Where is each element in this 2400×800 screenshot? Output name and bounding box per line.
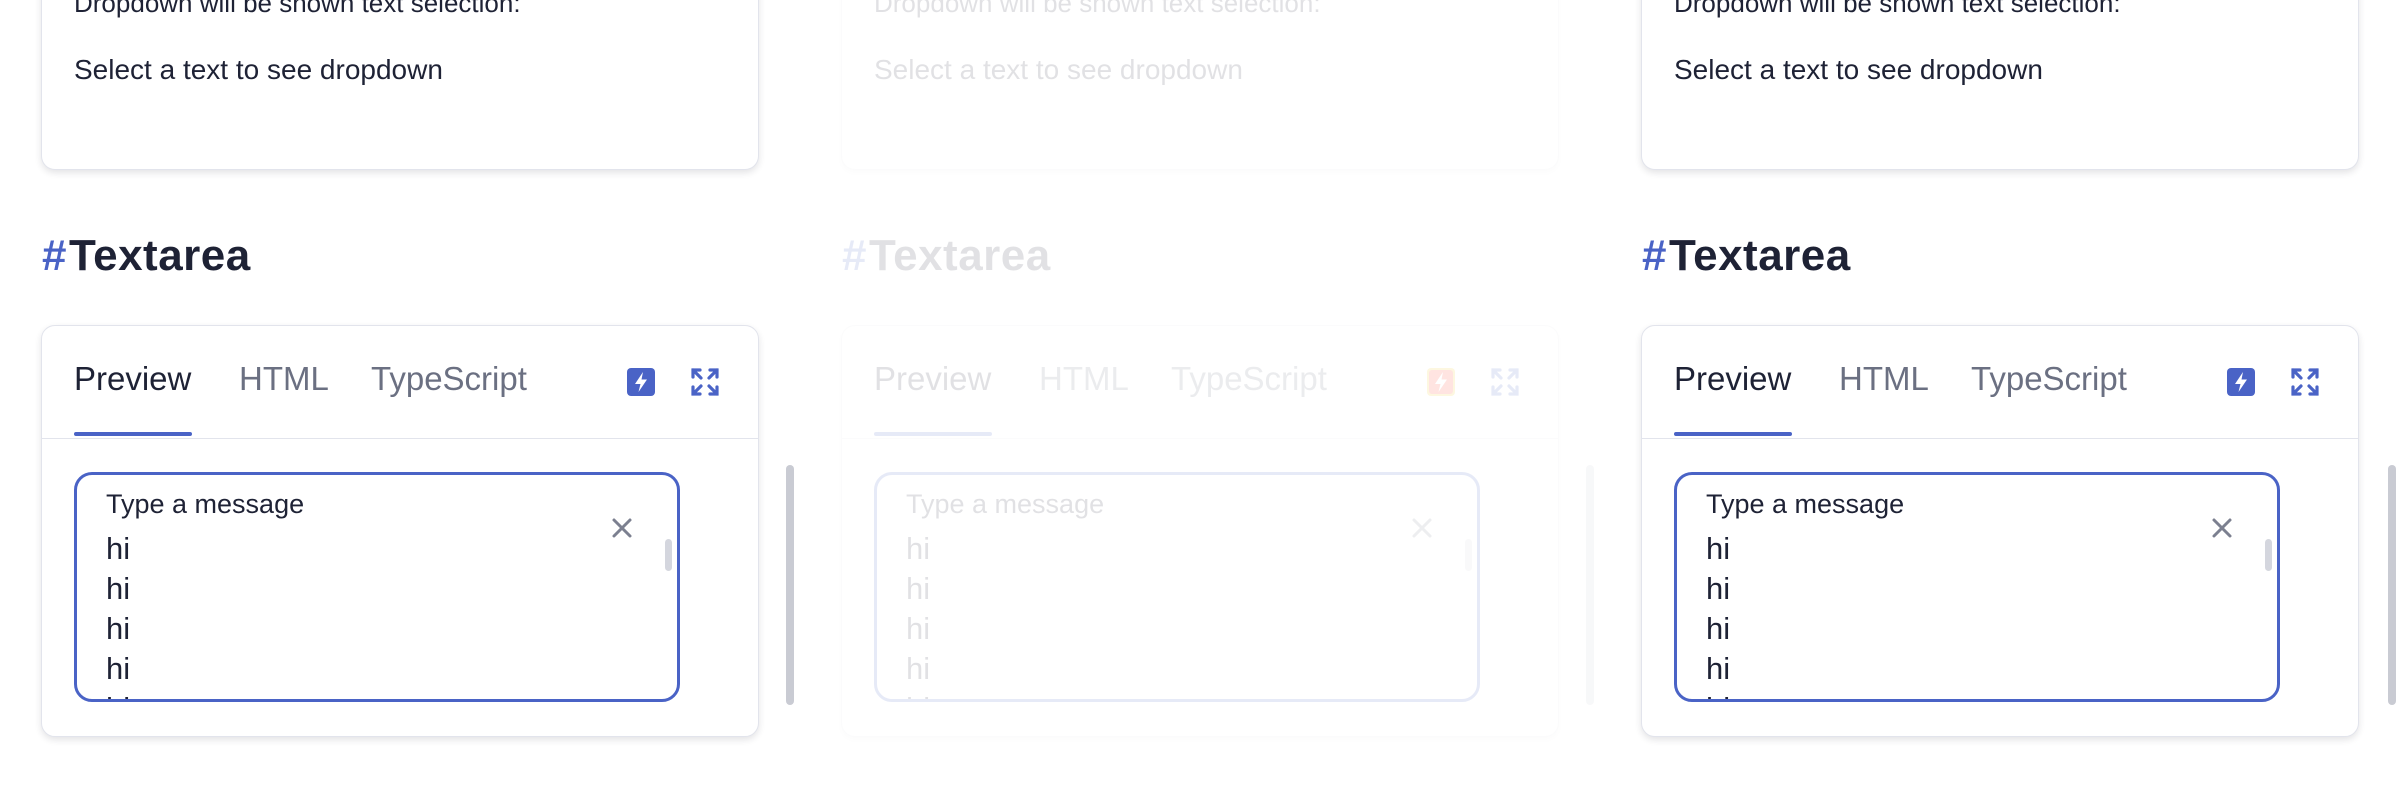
- textarea-label: Type a message: [906, 489, 1105, 519]
- section-hash: #: [1642, 231, 1667, 280]
- section-title: #Textarea: [1642, 231, 1851, 281]
- tab-preview[interactable]: Preview: [874, 360, 992, 436]
- clear-icon[interactable]: [1407, 513, 1437, 543]
- textarea-label: Type a message: [1706, 489, 1905, 519]
- section-hash: #: [42, 231, 67, 280]
- textarea-line: hi: [1706, 571, 1731, 606]
- textarea-scrollbar[interactable]: [2265, 539, 2272, 571]
- textarea-content[interactable]: hi hi hi hi hi: [106, 529, 131, 699]
- textarea-content[interactable]: hi hi hi hi hi: [1706, 529, 1731, 699]
- textarea-content[interactable]: hi hi hi hi hi: [906, 529, 931, 699]
- textarea-line: hi: [106, 571, 131, 606]
- code-demo-card: Preview HTML TypeScript Type a message h…: [841, 325, 1559, 737]
- textarea-line: hi: [106, 611, 131, 646]
- textarea-line: hi: [906, 689, 930, 699]
- message-textarea[interactable]: Type a message hi hi hi hi hi: [74, 472, 680, 702]
- section-title-text: Textarea: [868, 231, 1051, 280]
- tab-preview[interactable]: Preview: [74, 360, 192, 436]
- section-title: #Textarea: [842, 231, 1051, 281]
- textarea-line: hi: [906, 571, 931, 606]
- textarea-line: hi: [1706, 651, 1731, 686]
- textarea-line: hi: [1706, 689, 1730, 699]
- tab-html[interactable]: HTML: [1039, 360, 1129, 436]
- tab-bar: Preview HTML TypeScript: [42, 326, 758, 439]
- dropdown-demo-card: Dropdown will be shown text selection: S…: [41, 0, 759, 170]
- page-scrollbar[interactable]: [2388, 465, 2396, 705]
- textarea-line: hi: [906, 611, 931, 646]
- page-scrollbar[interactable]: [786, 465, 794, 705]
- section-title-text: Textarea: [1668, 231, 1851, 280]
- tab-bar: Preview HTML TypeScript: [1642, 326, 2358, 439]
- section-title-text: Textarea: [68, 231, 251, 280]
- section-hash: #: [842, 231, 867, 280]
- clear-icon[interactable]: [607, 513, 637, 543]
- expand-icon[interactable]: [1489, 366, 1521, 398]
- bolt-icon[interactable]: [625, 366, 657, 398]
- page-scrollbar[interactable]: [1586, 465, 1594, 705]
- textarea-line: hi: [106, 531, 131, 566]
- textarea-line: hi: [1706, 611, 1731, 646]
- expand-icon[interactable]: [2289, 366, 2321, 398]
- dropdown-hint-text: Dropdown will be shown text selection:: [1674, 0, 2121, 18]
- textarea-label: Type a message: [106, 489, 305, 519]
- textarea-scrollbar[interactable]: [1465, 539, 1472, 571]
- panel-right: Dropdown will be shown text selection: S…: [1600, 0, 2400, 800]
- dropdown-instruction-text[interactable]: Select a text to see dropdown: [74, 54, 443, 86]
- tab-typescript[interactable]: TypeScript: [371, 360, 527, 436]
- tab-typescript[interactable]: TypeScript: [1171, 360, 1327, 436]
- tab-bar: Preview HTML TypeScript: [842, 326, 1558, 439]
- textarea-line: hi: [106, 689, 130, 699]
- textarea-scrollbar[interactable]: [665, 539, 672, 571]
- section-title: #Textarea: [42, 231, 251, 281]
- tab-html[interactable]: HTML: [1839, 360, 1929, 436]
- textarea-line: hi: [906, 651, 931, 686]
- code-demo-card: Preview HTML TypeScript Type a message h…: [41, 325, 759, 737]
- message-textarea[interactable]: Type a message hi hi hi hi hi: [874, 472, 1480, 702]
- clear-icon[interactable]: [2207, 513, 2237, 543]
- dropdown-hint-text: Dropdown will be shown text selection:: [74, 0, 521, 18]
- bolt-icon[interactable]: [1425, 366, 1457, 398]
- dropdown-demo-card: Dropdown will be shown text selection: S…: [841, 0, 1559, 170]
- message-textarea[interactable]: Type a message hi hi hi hi hi: [1674, 472, 2280, 702]
- dropdown-hint-text: Dropdown will be shown text selection:: [874, 0, 1321, 18]
- textarea-line: hi: [106, 651, 131, 686]
- dropdown-instruction-text[interactable]: Select a text to see dropdown: [874, 54, 1243, 86]
- dropdown-instruction-text[interactable]: Select a text to see dropdown: [1674, 54, 2043, 86]
- code-demo-card: Preview HTML TypeScript Type a message h…: [1641, 325, 2359, 737]
- bolt-icon[interactable]: [2225, 366, 2257, 398]
- tab-typescript[interactable]: TypeScript: [1971, 360, 2127, 436]
- dropdown-demo-card: Dropdown will be shown text selection: S…: [1641, 0, 2359, 170]
- tab-preview[interactable]: Preview: [1674, 360, 1792, 436]
- textarea-line: hi: [1706, 531, 1731, 566]
- panel-left: Dropdown will be shown text selection: S…: [0, 0, 800, 800]
- expand-icon[interactable]: [689, 366, 721, 398]
- tab-html[interactable]: HTML: [239, 360, 329, 436]
- textarea-line: hi: [906, 531, 931, 566]
- panel-middle: Dropdown will be shown text selection: S…: [800, 0, 1600, 800]
